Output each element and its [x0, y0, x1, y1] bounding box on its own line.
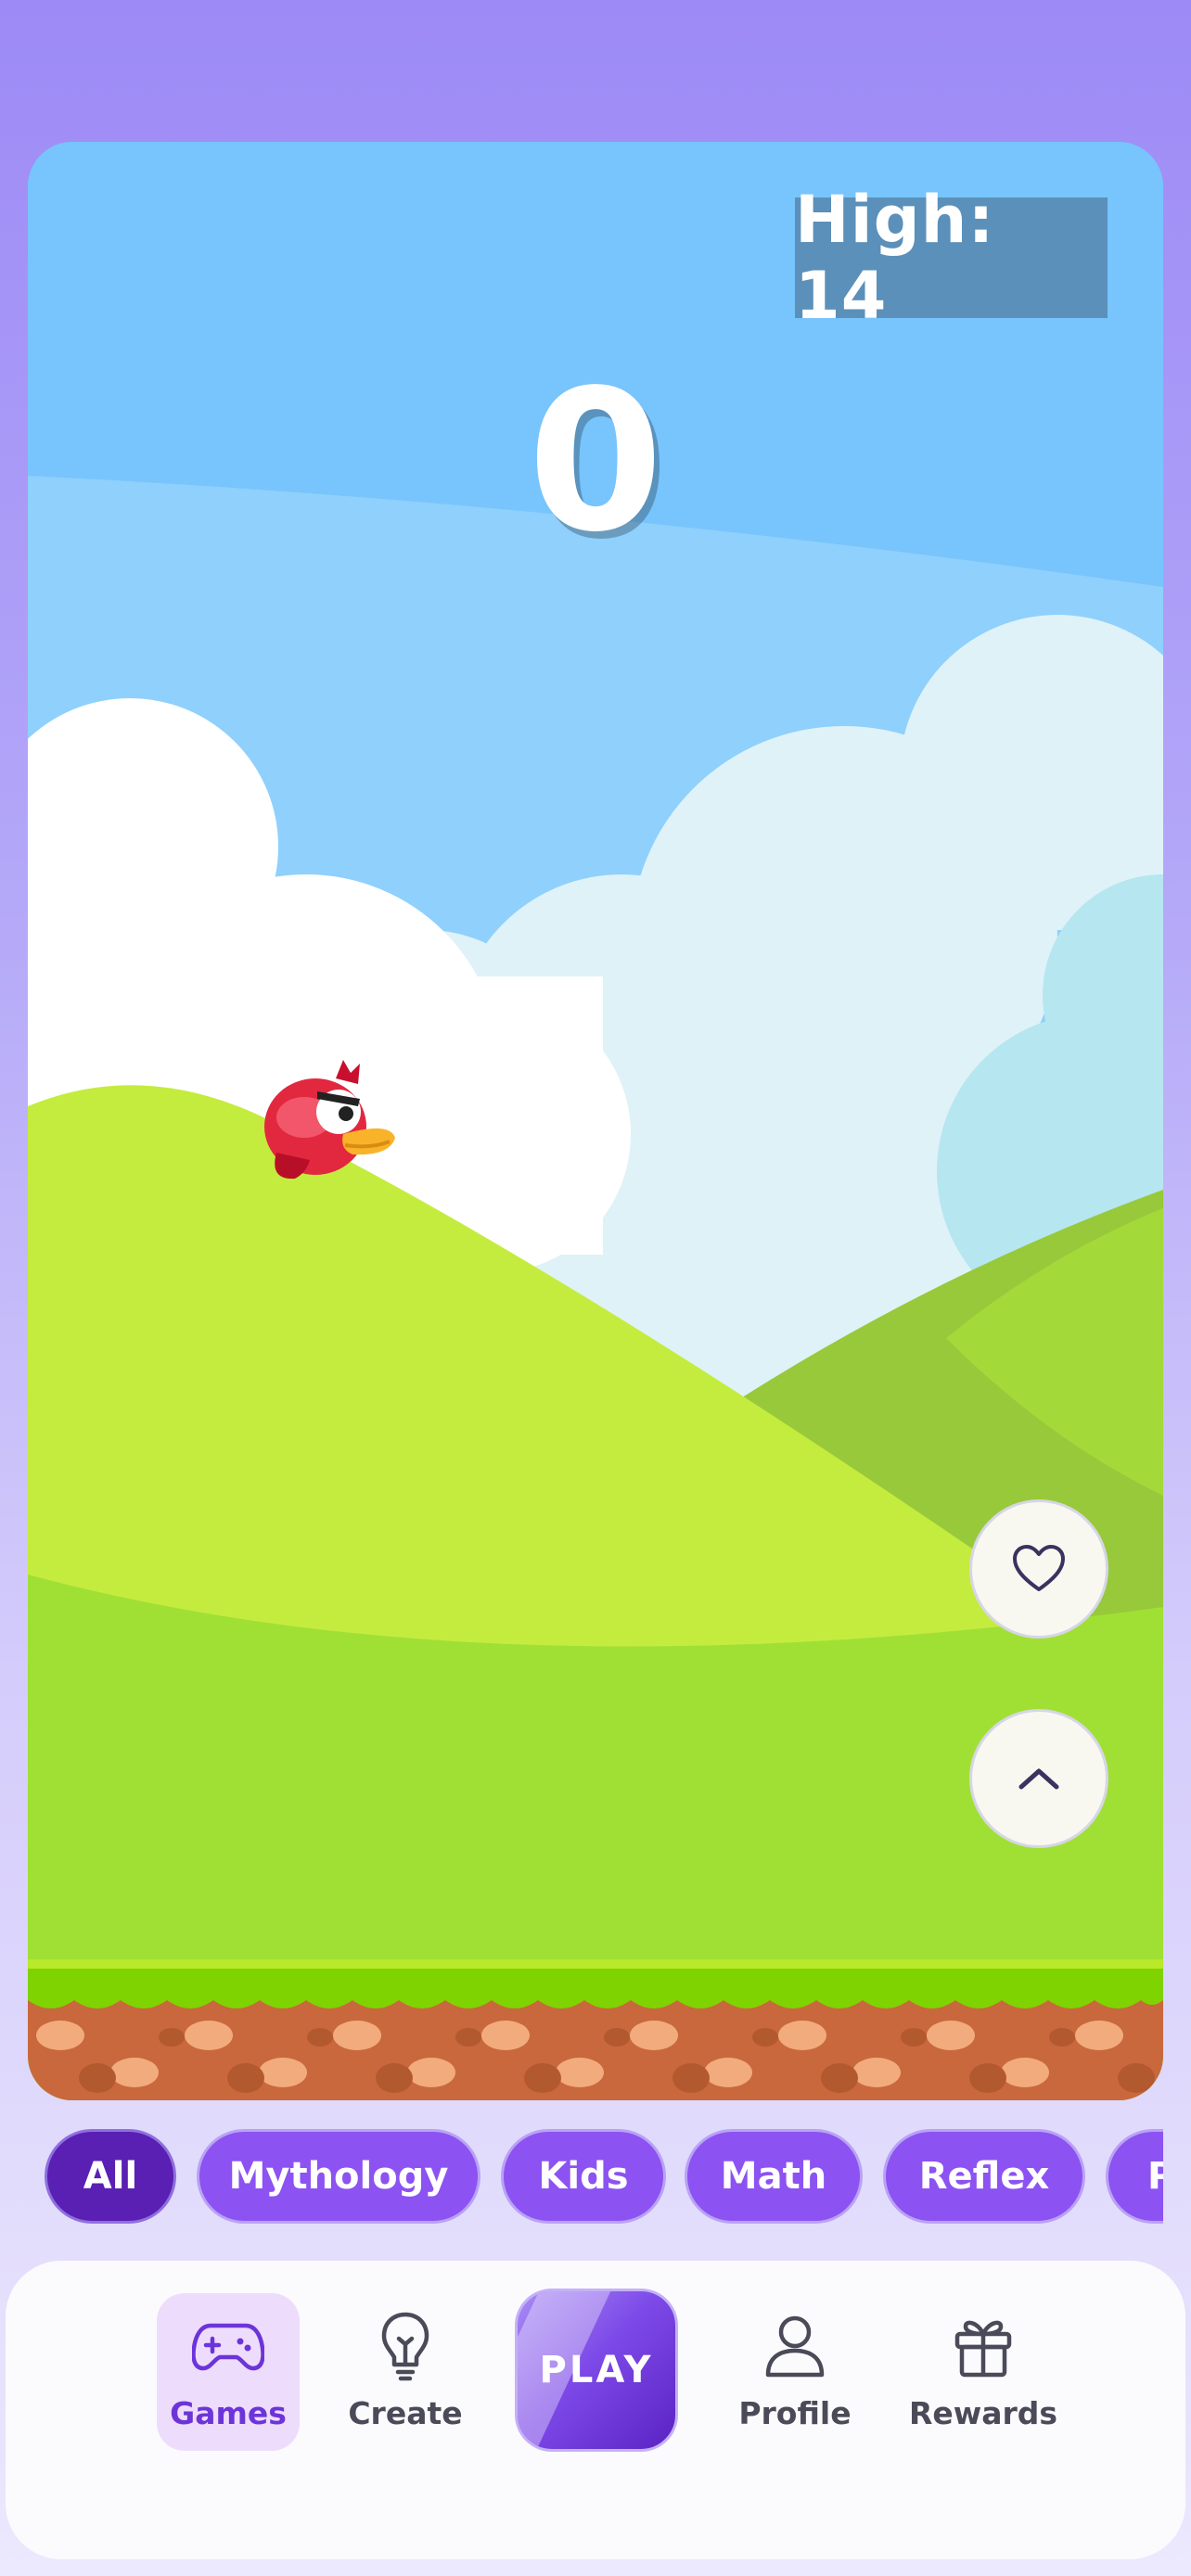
nav-label-profile: Profile	[738, 2395, 852, 2431]
category-chip-math[interactable]: Math	[685, 2129, 863, 2224]
gift-icon	[954, 2320, 1012, 2378]
category-chip-mythology[interactable]: Mythology	[197, 2129, 480, 2224]
play-button-label: PLAY	[539, 2349, 654, 2391]
nav-item-rewards[interactable]: Rewards	[904, 2293, 1062, 2451]
lightbulb-icon	[381, 2312, 429, 2381]
category-filter-bar[interactable]: All Mythology Kids Math Reflex P	[45, 2129, 1163, 2229]
current-score: 0	[527, 348, 664, 575]
category-chip-all[interactable]: All	[45, 2129, 176, 2224]
profile-icon	[765, 2315, 825, 2378]
category-chip-more[interactable]: P	[1106, 2129, 1163, 2224]
game-canvas[interactable]: High: 14 0	[28, 142, 1163, 2100]
flap-up-button[interactable]	[969, 1709, 1108, 1848]
nav-label-games: Games	[170, 2395, 287, 2431]
nav-item-profile[interactable]: Profile	[724, 2293, 866, 2451]
bird-character	[264, 1060, 395, 1180]
gamepad-icon	[192, 2323, 264, 2371]
chevron-up-icon	[1018, 1768, 1059, 1790]
play-button[interactable]: PLAY	[515, 2289, 678, 2452]
category-chip-reflex[interactable]: Reflex	[883, 2129, 1085, 2224]
like-button[interactable]	[969, 1499, 1108, 1639]
nav-label-rewards: Rewards	[908, 2395, 1058, 2431]
bottom-navigation: Games Create PLAY Profile Rewards	[6, 2261, 1185, 2559]
high-score-label: High: 14	[795, 182, 1108, 334]
nav-label-create: Create	[348, 2395, 463, 2431]
category-chip-kids[interactable]: Kids	[501, 2129, 666, 2224]
nav-item-games[interactable]: Games	[157, 2293, 300, 2451]
heart-icon	[1013, 1545, 1065, 1591]
nav-item-create[interactable]: Create	[334, 2293, 477, 2451]
